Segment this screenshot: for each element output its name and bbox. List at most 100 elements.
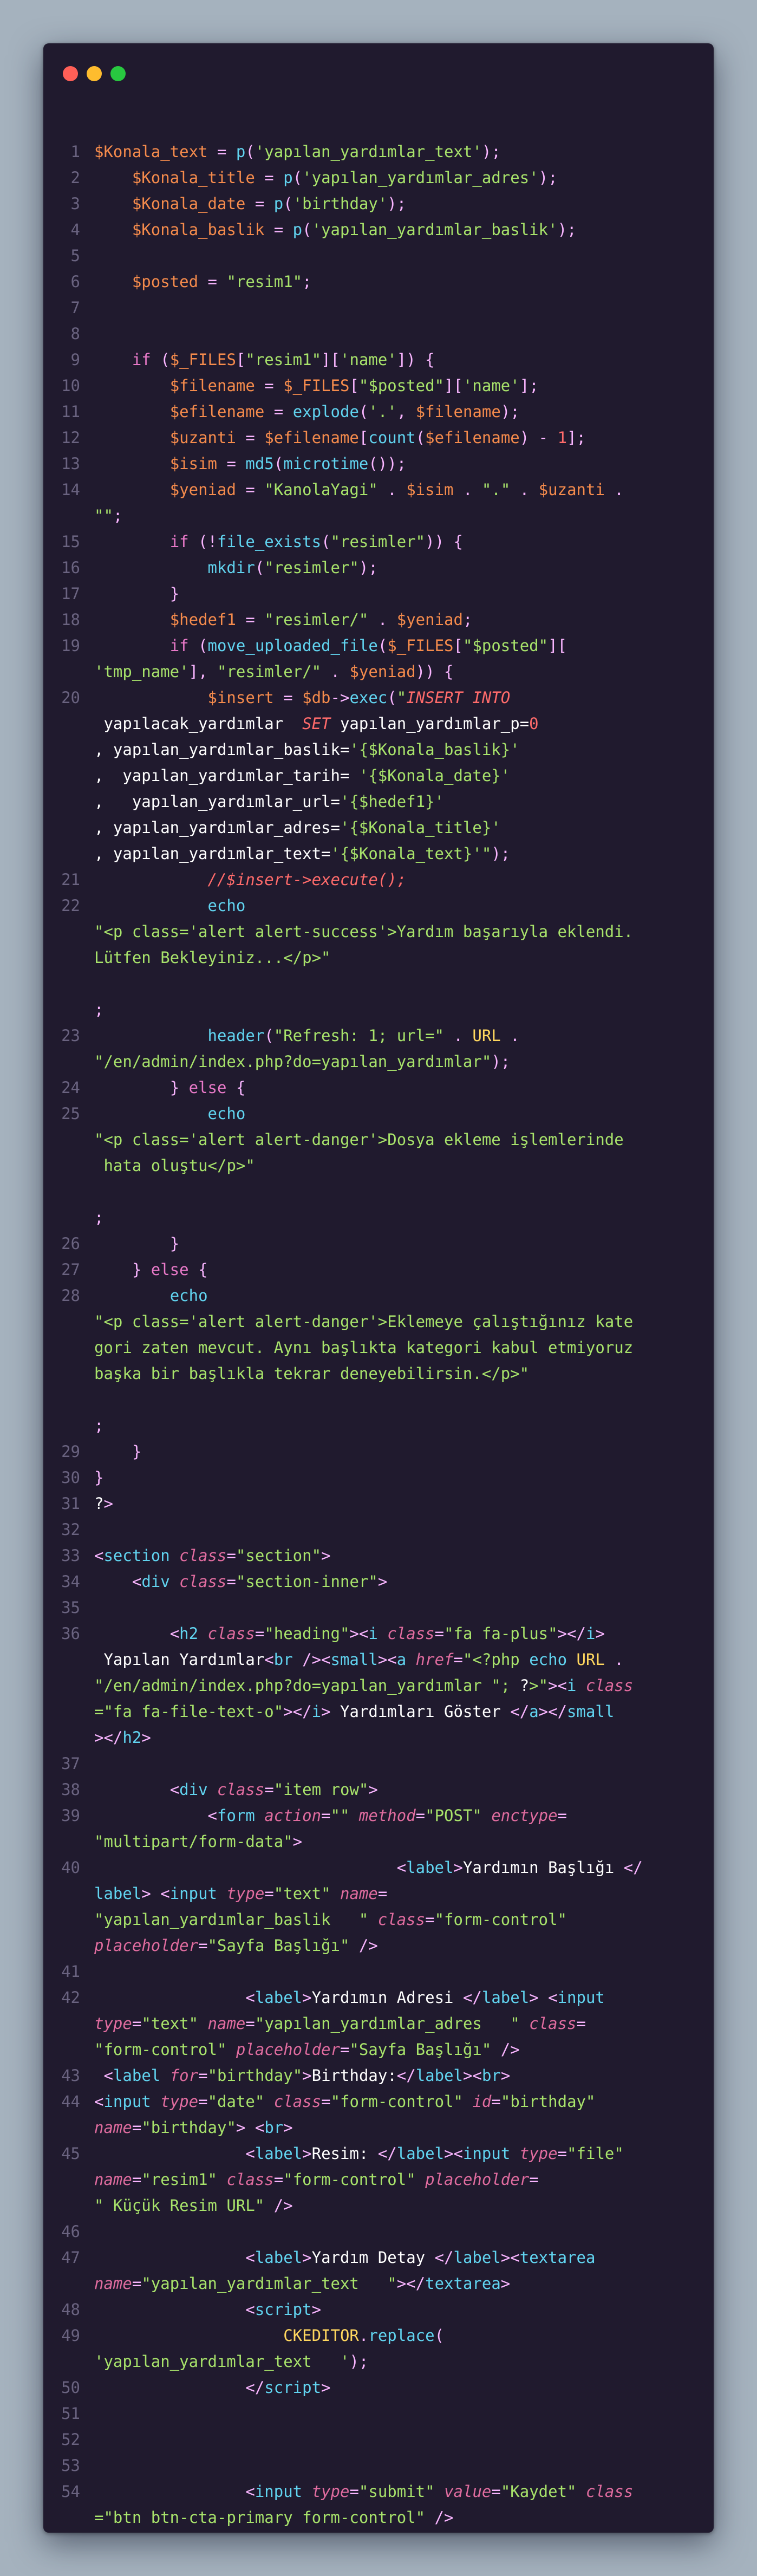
code-text: ​ [94, 321, 687, 347]
line-number: 38 [61, 1780, 80, 1799]
code-text: ​ [94, 2401, 687, 2427]
code-token: input [462, 2144, 511, 2163]
code-text: $Konala_text = p('yapılan_yardımlar_text… [94, 139, 687, 165]
code-token: = [254, 168, 284, 187]
code-token: yapılacak_yardımlar [103, 714, 284, 733]
code-token: [ [349, 376, 359, 395]
code-token: if [94, 636, 189, 655]
code-token: ></ [283, 1702, 312, 1721]
code-token: "form-control" [283, 2170, 416, 2189]
code-token: 0 [529, 714, 539, 733]
code-token: type [217, 1884, 265, 1903]
code-token: "form-control" [330, 2092, 463, 2111]
code-token: = [198, 1936, 208, 1955]
minimize-window-button[interactable] [87, 66, 102, 81]
window-titlebar [43, 43, 714, 103]
close-window-button[interactable] [63, 66, 78, 81]
code-token: textarea [425, 2274, 501, 2293]
code-token: > [368, 1780, 378, 1799]
code-text: $Konala_date = p('birthday'); [94, 191, 687, 217]
code-line: 49 CKEDITOR.replace( 'yapılan_yardımlar_… [43, 2323, 714, 2375]
code-line: 32 ​ [43, 1517, 714, 1543]
code-token: > < [529, 1988, 558, 2007]
code-token: < [94, 1858, 407, 1877]
code-token: ( [358, 402, 369, 421]
code-token: > [141, 1728, 151, 1747]
code-token: CKEDITOR [94, 2326, 359, 2345]
code-token: } [94, 584, 180, 603]
code-token: } [94, 1234, 180, 1253]
line-number: 20 [61, 688, 80, 707]
maximize-window-button[interactable] [110, 66, 126, 81]
line-number: 24 [61, 1078, 80, 1097]
code-token: script [264, 2378, 322, 2397]
code-token: ></ [94, 1728, 123, 1747]
code-token: = [273, 2170, 284, 2189]
code-token: label [481, 1988, 530, 2007]
code-token: > [292, 1832, 303, 1851]
code-token: > [311, 2300, 322, 2319]
code-token: > [453, 1858, 463, 1877]
code-token: > [500, 2066, 511, 2085]
line-number: 37 [61, 1754, 80, 1773]
line-number: 46 [61, 2222, 80, 2241]
code-text: echo "<p class='alert alert-danger'>Ekle… [94, 1283, 687, 1439]
code-token: class [377, 1624, 435, 1643]
code-token: 1 [557, 428, 567, 447]
code-text: $Konala_title = p('yapılan_yardımlar_adr… [94, 165, 687, 191]
code-token: < [94, 1546, 104, 1565]
code-token: </ [434, 2248, 454, 2267]
code-token: class [264, 2092, 322, 2111]
code-text: <div class="section-inner"> [94, 1569, 687, 1595]
code-token: "resim1" [226, 272, 303, 291]
line-number: 7 [70, 298, 80, 317]
code-token: . [604, 1650, 624, 1669]
code-token: "resimler/" [217, 662, 322, 681]
code-line: 1 $Konala_text = p('yapılan_yardımlar_tex… [43, 139, 714, 165]
code-text: $Konala_baslik = p('yapılan_yardımlar_ba… [94, 217, 687, 243]
code-token: "." [481, 480, 511, 499]
code-token: type [302, 2482, 350, 2501]
code-text: ​ [94, 1959, 687, 1985]
code-token: class [576, 2482, 634, 2501]
code-token: ="btn btn-cta-primary form-control" [94, 2508, 426, 2527]
code-token: ; [302, 272, 312, 291]
code-token: $_FILES [283, 376, 350, 395]
code-token: p [292, 220, 303, 239]
code-text: ?> [94, 1491, 687, 1517]
code-line: 17 } [43, 581, 714, 607]
code-token: = [132, 2170, 142, 2189]
code-token: . [604, 480, 634, 499]
code-text: <script> [94, 2297, 687, 2323]
code-token: /> [491, 2040, 520, 2059]
code-token: "submit" [358, 2482, 435, 2501]
code-token: , [396, 402, 416, 421]
code-token: "Sayfa Başlığı" [207, 1936, 350, 1955]
line-number: 16 [61, 558, 80, 577]
code-text: $efilename = explode('.', $filename); [94, 399, 687, 425]
code-token: $db [302, 688, 331, 707]
line-number: 28 [61, 1286, 80, 1305]
code-text: <input type="date" class="form-control" … [94, 2089, 687, 2141]
code-text: echo "<p class='alert alert-danger'>Dosy… [94, 1101, 687, 1231]
code-token: < [94, 2144, 255, 2163]
code-line: 11 $efilename = explode('.', $filename); [43, 399, 714, 425]
code-text: <label>Yardım Detay </label><textarea na… [94, 2245, 687, 2297]
code-token: id [463, 2092, 492, 2111]
code-text: $posted = "resim1"; [94, 269, 687, 295]
code-token: Yardımın Başlığı [462, 1858, 624, 1877]
code-line: 35 ​ [43, 1595, 714, 1621]
code-token: > [302, 2248, 312, 2267]
code-token: type [151, 2092, 199, 2111]
code-token: > [321, 2378, 331, 2397]
code-token: "resim1" [245, 350, 322, 369]
code-token: > [321, 1702, 340, 1721]
code-token: ( [321, 532, 331, 551]
code-token: = [321, 1806, 331, 1825]
code-text: } [94, 1465, 687, 1491]
line-number: 11 [61, 402, 80, 421]
code-token: input [557, 1988, 605, 2007]
code-token: br [481, 2066, 501, 2085]
code-token: >< [349, 1624, 369, 1643]
code-token: placeholder [94, 1936, 199, 1955]
